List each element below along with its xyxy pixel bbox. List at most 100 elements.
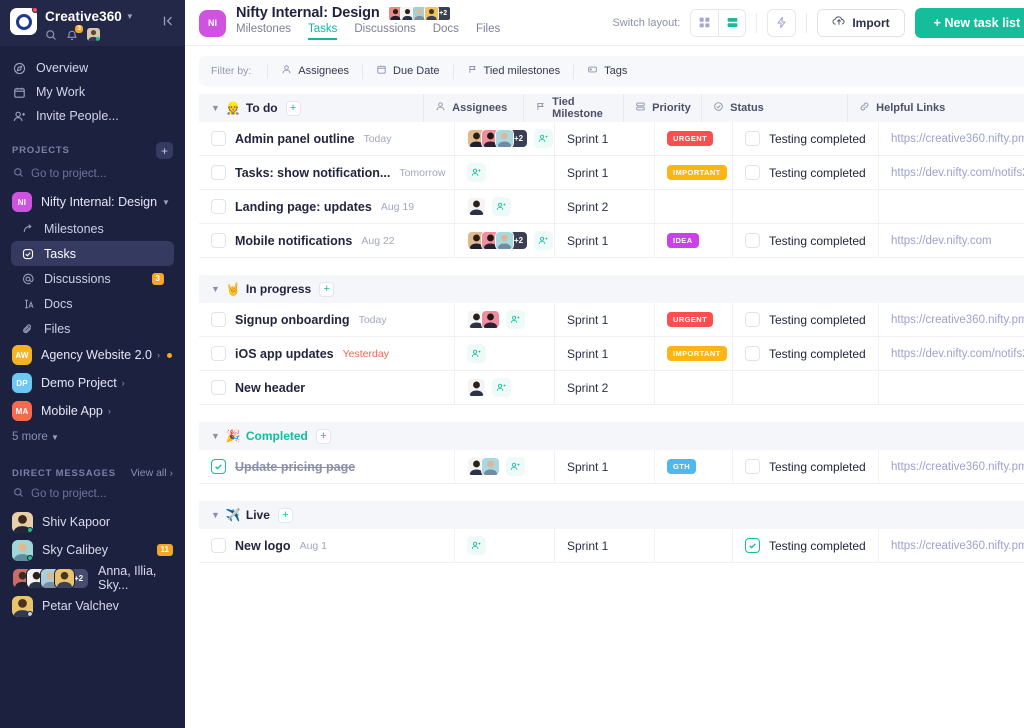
task-priority-cell[interactable]: IMPORTANT <box>654 337 732 371</box>
add-assignee-button[interactable] <box>534 129 553 148</box>
add-assignee-button[interactable] <box>534 231 553 250</box>
status-checkbox[interactable] <box>745 131 760 146</box>
task-status-cell[interactable] <box>732 190 878 224</box>
tab-files[interactable]: Files <box>476 23 500 40</box>
group-header-in-progress[interactable]: ▼ 🤘 In progress + <box>199 275 1024 303</box>
avatar-group[interactable] <box>467 197 486 216</box>
task-milestone-cell[interactable]: Sprint 1 <box>554 529 654 563</box>
task-checkbox[interactable] <box>211 233 226 248</box>
add-task-button[interactable]: + <box>316 429 331 444</box>
sidebar-item-tasks[interactable]: Tasks <box>11 241 174 266</box>
task-link-cell[interactable]: https://creative360.nifty.pm/d <box>878 450 1024 484</box>
helpful-link[interactable]: https://dev.nifty.com/notifs2 <box>891 167 1024 179</box>
bell-icon[interactable]: 3 <box>66 29 78 41</box>
project-search[interactable]: Go to project... <box>0 163 185 188</box>
dm-item-group[interactable]: +2 Anna, Illia, Sky... <box>0 564 185 592</box>
chevron-down-icon[interactable]: ▼ <box>211 510 220 520</box>
sidebar-item-invite-people[interactable]: Invite People... <box>0 104 185 128</box>
sidebar-project-mobile-app[interactable]: MA Mobile App › <box>0 397 185 425</box>
workspace-logo[interactable] <box>10 8 37 35</box>
sidebar-item-docs[interactable]: Docs <box>11 291 174 316</box>
task-checkbox[interactable] <box>211 459 226 474</box>
task-status-cell[interactable] <box>732 371 878 405</box>
status-checkbox[interactable] <box>745 459 760 474</box>
task-milestone-cell[interactable]: Sprint 1 <box>554 224 654 258</box>
dm-search[interactable]: Go to project... <box>0 483 185 508</box>
tab-docs[interactable]: Docs <box>433 23 459 40</box>
task-checkbox[interactable] <box>211 165 226 180</box>
filter-tied-milestones[interactable]: Tied milestones <box>453 64 574 79</box>
add-assignee-button[interactable] <box>467 536 486 555</box>
task-checkbox[interactable] <box>211 199 226 214</box>
task-status-cell[interactable]: Testing completed <box>732 337 878 371</box>
task-link-cell[interactable] <box>878 371 1024 405</box>
task-link-cell[interactable]: https://creative360.nifty.pm/d <box>878 303 1024 337</box>
dm-view-all-link[interactable]: View all › <box>131 467 173 479</box>
status-checkbox[interactable] <box>745 346 760 361</box>
status-checkbox[interactable] <box>745 312 760 327</box>
table-row[interactable]: Admin panel outline Today +2 Sprint 1 <box>199 122 1024 156</box>
task-milestone-cell[interactable]: Sprint 2 <box>554 371 654 405</box>
workspace-name-row[interactable]: Creative360 ▼ <box>45 9 134 24</box>
task-status-cell[interactable]: Testing completed <box>732 450 878 484</box>
task-checkbox[interactable] <box>211 312 226 327</box>
dm-item-petar-valchev[interactable]: Petar Valchev <box>0 592 185 620</box>
helpful-link[interactable]: https://creative360.nifty.pm/d <box>891 133 1024 145</box>
task-milestone-cell[interactable]: Sprint 1 <box>554 450 654 484</box>
task-link-cell[interactable]: https://creative360.nifty.pm/d <box>878 122 1024 156</box>
filter-due-date[interactable]: Due Date <box>362 64 452 79</box>
task-priority-cell[interactable] <box>654 190 732 224</box>
task-status-cell[interactable]: Testing completed <box>732 122 878 156</box>
task-priority-cell[interactable]: IDEA <box>654 224 732 258</box>
task-priority-cell[interactable] <box>654 371 732 405</box>
sidebar-project-nifty-internal-design[interactable]: NI Nifty Internal: Design ▼ <box>0 188 185 216</box>
task-status-cell[interactable]: Testing completed <box>732 156 878 190</box>
new-task-list-button[interactable]: + New task list <box>915 8 1024 38</box>
column-header-tied-milestone[interactable]: Tied Milestone <box>523 94 623 122</box>
helpful-link[interactable]: https://creative360.nifty.pm/d <box>891 461 1024 473</box>
add-assignee-button[interactable] <box>506 457 525 476</box>
task-checkbox[interactable] <box>211 380 226 395</box>
add-project-button[interactable]: + <box>156 142 173 159</box>
sidebar-item-overview[interactable]: Overview <box>0 56 185 80</box>
collapse-panel-icon[interactable] <box>161 14 175 32</box>
sidebar-project-demo-project[interactable]: DP Demo Project › <box>0 369 185 397</box>
task-link-cell[interactable]: https://dev.nifty.com <box>878 224 1024 258</box>
group-header-live[interactable]: ▼ ✈️ Live + <box>199 501 1024 529</box>
status-checkbox[interactable] <box>745 165 760 180</box>
chevron-down-icon[interactable]: ▼ <box>211 431 220 441</box>
tab-milestones[interactable]: Milestones <box>236 23 291 40</box>
table-row[interactable]: Update pricing page Sprint 1 GTH <box>199 450 1024 484</box>
task-checkbox[interactable] <box>211 538 226 553</box>
add-task-button[interactable]: + <box>319 282 334 297</box>
helpful-link[interactable]: https://dev.nifty.com <box>891 235 992 247</box>
status-checkbox[interactable] <box>745 233 760 248</box>
task-priority-cell[interactable]: URGENT <box>654 122 732 156</box>
task-milestone-cell[interactable]: Sprint 1 <box>554 122 654 156</box>
add-assignee-button[interactable] <box>492 197 511 216</box>
table-row[interactable]: Landing page: updates Aug 19 Sprint 2 <box>199 190 1024 224</box>
sidebar-project-agency-website[interactable]: AW Agency Website 2.0 › <box>0 341 185 369</box>
group-header-completed[interactable]: ▼ 🎉 Completed + <box>199 422 1024 450</box>
add-assignee-button[interactable] <box>492 378 511 397</box>
table-row[interactable]: Mobile notifications Aug 22 +2 Sprint 1 <box>199 224 1024 258</box>
column-header-status[interactable]: Status <box>701 94 847 122</box>
task-priority-cell[interactable] <box>654 529 732 563</box>
task-priority-cell[interactable]: URGENT <box>654 303 732 337</box>
avatar-group[interactable] <box>467 457 500 476</box>
task-milestone-cell[interactable]: Sprint 2 <box>554 190 654 224</box>
tab-tasks[interactable]: Tasks <box>308 23 337 40</box>
filter-tags[interactable]: Tags <box>573 64 640 79</box>
dm-item-sky-calibey[interactable]: Sky Calibey 11 <box>0 536 185 564</box>
sidebar-item-discussions[interactable]: Discussions 3 <box>11 266 174 291</box>
task-link-cell[interactable]: https://creative360.nifty.pm/d <box>878 529 1024 563</box>
status-checkbox[interactable] <box>745 538 760 553</box>
column-header-priority[interactable]: Priority <box>623 94 701 122</box>
avatar-group[interactable] <box>467 378 486 397</box>
avatar-group[interactable] <box>467 310 500 329</box>
task-status-cell[interactable]: Testing completed <box>732 529 878 563</box>
sidebar-item-my-work[interactable]: My Work <box>0 80 185 104</box>
task-link-cell[interactable]: https://dev.nifty.com/notifs2 <box>878 337 1024 371</box>
sidebar-item-milestones[interactable]: Milestones <box>11 216 174 241</box>
helpful-link[interactable]: https://creative360.nifty.pm/d <box>891 314 1024 326</box>
